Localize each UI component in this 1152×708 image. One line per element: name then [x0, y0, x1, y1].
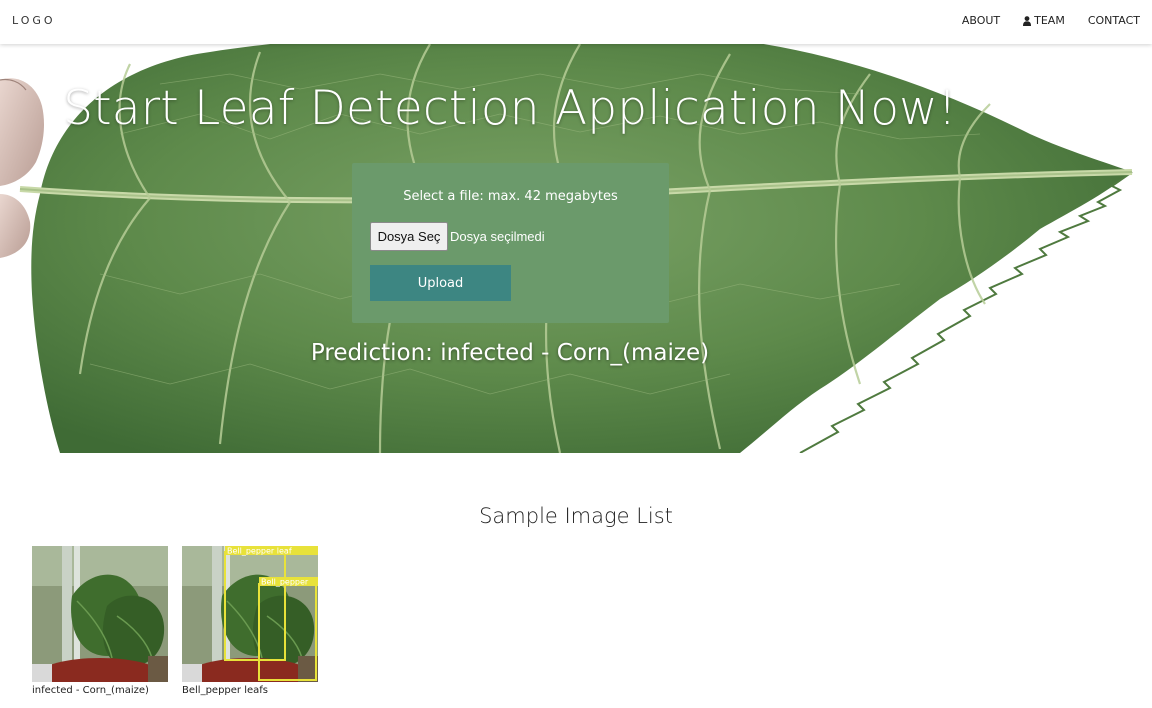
upload-panel: Select a file: max. 42 megabytes Dosya S…	[352, 163, 669, 323]
nav-link-label: TEAM	[1034, 14, 1065, 27]
nav-link-contact[interactable]: CONTACT	[1088, 14, 1140, 27]
choose-file-button[interactable]: Dosya Seç	[370, 222, 448, 251]
nav-link-about[interactable]: ABOUT	[962, 14, 1000, 27]
user-icon	[1023, 15, 1032, 26]
upload-caption: Select a file: max. 42 megabytes	[403, 189, 618, 204]
detection-label: Bell_pepper leaf	[227, 547, 292, 556]
nav-link-label: CONTACT	[1087, 14, 1140, 27]
sample-card-corn[interactable]: infected - Corn_(maize)	[32, 546, 182, 696]
nav-link-team[interactable]: TEAM	[1023, 14, 1065, 27]
upload-button[interactable]: Upload	[370, 265, 511, 301]
sample-thumbnail-image[interactable]	[32, 546, 168, 682]
sample-caption: infected - Corn_(maize)	[32, 685, 149, 696]
samples-title: Sample Image List	[479, 504, 673, 528]
file-status-text: Dosya seçilmedi	[450, 229, 545, 244]
hero-section: Start Leaf Detection Application Now! Se…	[0, 44, 1152, 453]
sample-caption: Bell_pepper leafs	[182, 685, 268, 696]
sample-card-bell-pepper[interactable]: Bell_pepper leaf Bell_pepper Bell_pepper…	[182, 546, 332, 696]
logo[interactable]: LOGO	[12, 14, 56, 27]
prediction-text: Prediction: infected - Corn_(maize)	[310, 340, 710, 366]
navbar: LOGO ABOUT TEAM CONTACT	[0, 0, 1152, 44]
sample-thumbnail-image[interactable]: Bell_pepper leaf Bell_pepper	[182, 546, 318, 682]
hero-title: Start Leaf Detection Application Now!	[63, 81, 957, 136]
nav-links: ABOUT TEAM CONTACT	[939, 14, 1140, 27]
nav-link-label: ABOUT	[961, 14, 1001, 27]
detection-label: Bell_pepper	[261, 578, 309, 587]
